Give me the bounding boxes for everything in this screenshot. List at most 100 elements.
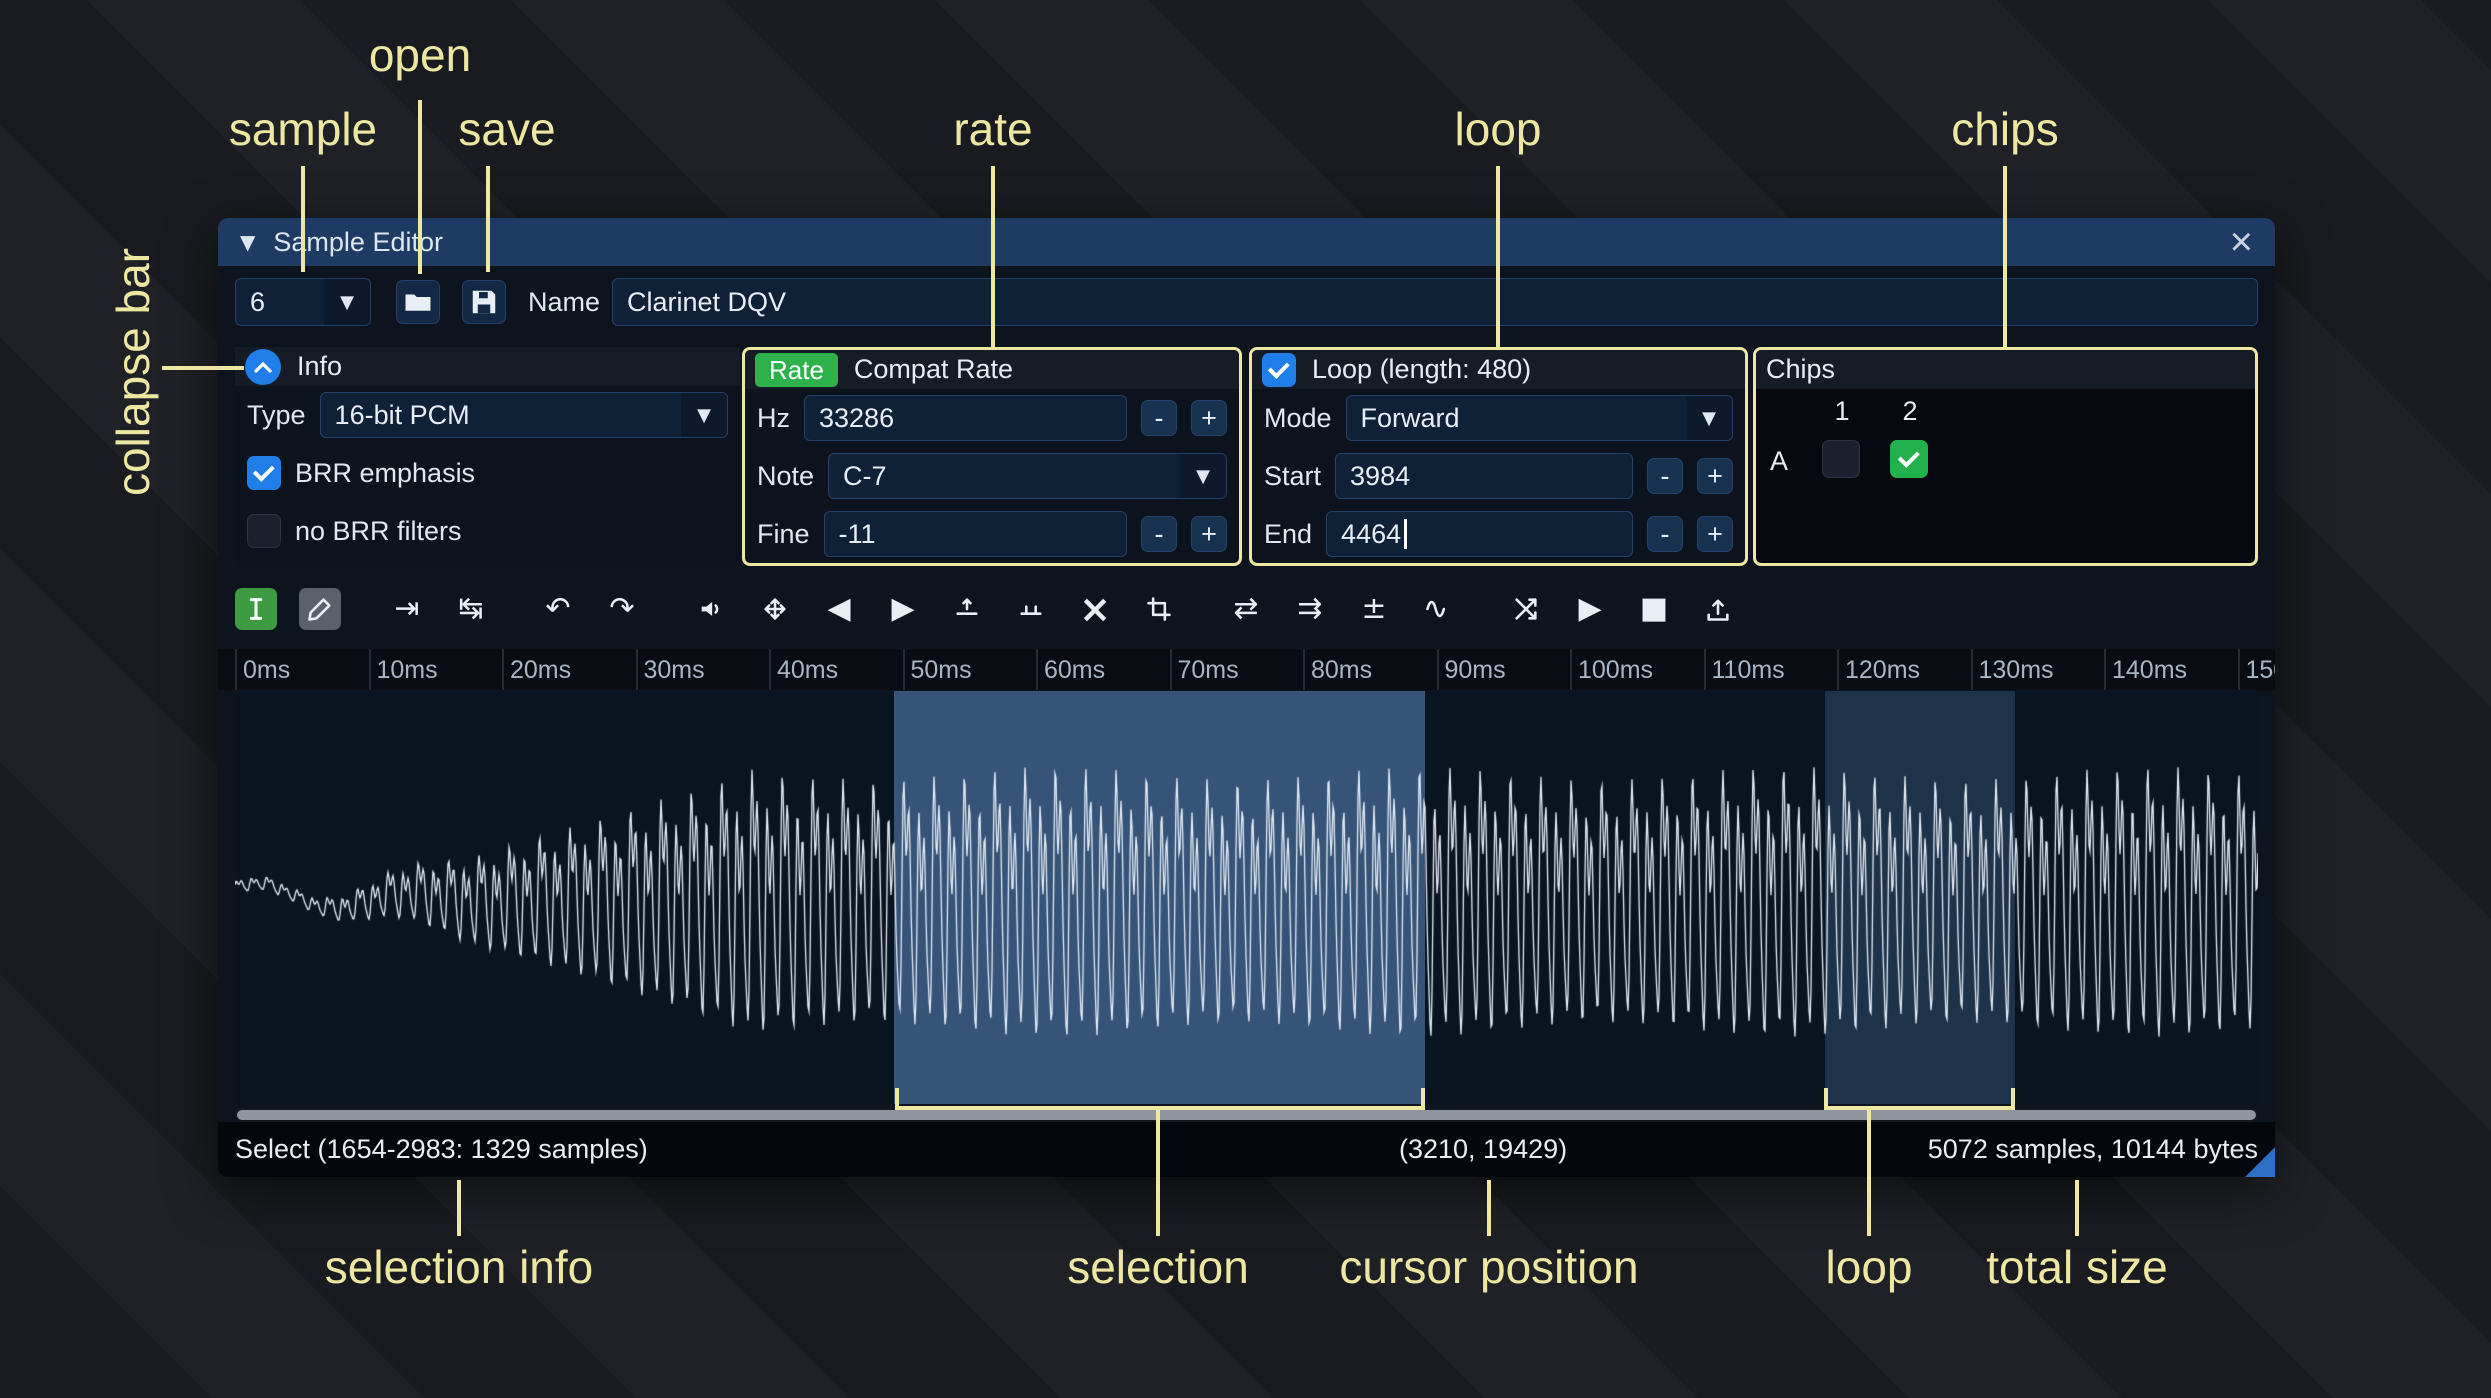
double-arrow-icon: ⇉ <box>1297 591 1323 626</box>
fine-value: -11 <box>838 518 876 549</box>
stop-preview-button[interactable]: ■ <box>1633 588 1675 630</box>
cross-arrows-icon <box>1512 595 1540 623</box>
note-select[interactable]: C-7 ▼ <box>828 453 1227 499</box>
chip-1-checkbox[interactable] <box>1822 440 1860 478</box>
horizontal-scrollbar[interactable] <box>235 1108 2258 1122</box>
filter-button[interactable] <box>1417 588 1459 630</box>
waveform-view[interactable] <box>235 691 2258 1104</box>
ruler-label: 0ms <box>243 656 291 684</box>
loop-start-value: 3984 <box>1350 460 1411 491</box>
chevron-down-icon: ▼ <box>681 393 727 437</box>
scrollbar-thumb[interactable] <box>237 1110 2256 1120</box>
signed-unsigned-button[interactable]: ± <box>1353 588 1395 630</box>
undo-button[interactable]: ↶ <box>537 588 579 630</box>
close-icon[interactable]: × <box>2230 222 2253 262</box>
redo-button[interactable]: ↷ <box>601 588 643 630</box>
ruler-label: 110ms <box>1711 656 1785 684</box>
open-button[interactable] <box>396 280 440 324</box>
loop-end-input[interactable]: 4464 <box>1326 511 1633 557</box>
ruler-tick <box>502 649 504 690</box>
hz-plus-button[interactable]: + <box>1191 400 1227 436</box>
loop-end-minus-button[interactable]: - <box>1647 516 1683 552</box>
delete-button[interactable]: × <box>1074 588 1116 630</box>
brr-emphasis-checkbox[interactable] <box>247 456 281 490</box>
collapse-window-icon[interactable]: ▼ <box>240 230 255 254</box>
toolbar-group: ↶ ↷ <box>537 588 643 630</box>
ruler-label: 30ms <box>643 656 705 684</box>
toolbar-group: ▶ ■ <box>1505 588 1739 630</box>
loop-mode-value: Forward <box>1360 402 1460 433</box>
loop-start-input[interactable]: 3984 <box>1335 453 1633 499</box>
preview-button[interactable]: ▶ <box>1569 588 1611 630</box>
leader-line-total-size <box>2075 1180 2079 1236</box>
edit-mode-select-button[interactable] <box>235 588 277 630</box>
loop-panel-title: Loop (length: 480) <box>1312 354 1532 384</box>
annotation-rate: rate <box>953 103 1033 155</box>
normalize-button[interactable] <box>754 588 796 630</box>
fine-minus-button[interactable]: - <box>1141 516 1177 552</box>
make-instrument-button[interactable] <box>1697 588 1739 630</box>
titlebar[interactable]: ▼ Sample Editor × <box>218 218 2275 266</box>
hz-minus-button[interactable]: - <box>1141 400 1177 436</box>
annotation-save: save <box>458 103 556 155</box>
loop-mode-select[interactable]: Forward ▼ <box>1345 395 1733 441</box>
total-size-text: 5072 samples, 10144 bytes <box>1927 1134 2258 1164</box>
resample-icon: ↹ <box>458 591 484 626</box>
loop-start-plus-button[interactable]: + <box>1697 458 1733 494</box>
mode-label: Mode <box>1264 402 1332 433</box>
fade-in-button[interactable]: ◀ <box>818 588 860 630</box>
invert-button[interactable]: ⇉ <box>1289 588 1331 630</box>
time-ruler[interactable]: 0ms 10ms 20ms 30ms 40ms 50ms 60ms 70ms 80ms 90ms 1… <box>218 649 2275 690</box>
annotation-chips: chips <box>1951 103 2059 155</box>
ruler-label: 20ms <box>510 656 572 684</box>
selection-bracket <box>895 1088 1425 1110</box>
sample-selector[interactable]: 6 ▼ <box>235 278 371 326</box>
note-label: Note <box>757 460 815 491</box>
leader-line-selection <box>1156 1108 1160 1236</box>
name-label: Name <box>528 287 601 317</box>
hz-input[interactable]: 33286 <box>804 395 1127 441</box>
reverse-button[interactable]: ⇄ <box>1225 588 1267 630</box>
save-button[interactable] <box>462 280 506 324</box>
resample-button[interactable]: ↹ <box>450 588 492 630</box>
tri-left-icon: ◀ <box>827 591 851 626</box>
plus-minus-icon: ± <box>1361 591 1387 626</box>
ruler-tick <box>769 649 771 690</box>
chip-row-a-label: A <box>1770 446 1789 476</box>
loop-end-plus-button[interactable]: + <box>1697 516 1733 552</box>
chevron-down-icon: ▼ <box>324 279 370 325</box>
ruler-label: 150ms <box>2245 656 2276 684</box>
arrows-out-icon <box>761 595 789 623</box>
collapse-bar-button[interactable] <box>245 348 281 385</box>
loop-enable-checkbox[interactable] <box>1262 352 1296 387</box>
insert-silence-button[interactable] <box>946 588 988 630</box>
fine-input[interactable]: -11 <box>823 511 1127 557</box>
chip-2-checkbox[interactable] <box>1890 440 1928 478</box>
no-brr-filters-checkbox[interactable] <box>247 514 281 548</box>
status-bar: Select (1654-2983: 1329 samples) (3210, … <box>218 1122 2275 1177</box>
edit-mode-draw-button[interactable] <box>299 588 341 630</box>
ruler-label: 120ms <box>1845 656 1921 684</box>
redo-icon: ↷ <box>609 591 635 626</box>
name-input[interactable]: Clarinet DQV <box>612 278 2258 326</box>
leader-line-loop-top <box>1496 166 1500 347</box>
ruler-tick <box>1970 649 1973 690</box>
ruler-tick <box>1837 649 1839 690</box>
name-input-value: Clarinet DQV <box>627 286 787 317</box>
trim-button[interactable] <box>1138 588 1180 630</box>
rate-badge[interactable]: Rate <box>755 352 838 387</box>
apply-silence-button[interactable] <box>1010 588 1052 630</box>
amplify-button[interactable] <box>690 588 732 630</box>
crossfade-loop-button[interactable] <box>1505 588 1547 630</box>
ruler-tick <box>235 649 237 690</box>
fade-out-button[interactable]: ▶ <box>882 588 924 630</box>
waveform-canvas[interactable] <box>235 691 2258 1104</box>
chevron-down-icon: ▼ <box>1180 454 1226 498</box>
resize-button[interactable]: ⇥ <box>386 588 428 630</box>
annotation-selection: selection <box>1067 1241 1249 1293</box>
fine-plus-button[interactable]: + <box>1191 516 1227 552</box>
type-select[interactable]: 16-bit PCM ▼ <box>319 392 728 438</box>
loop-start-minus-button[interactable]: - <box>1647 458 1683 494</box>
resize-grip[interactable] <box>2245 1147 2275 1177</box>
leader-line-sample <box>301 166 305 272</box>
